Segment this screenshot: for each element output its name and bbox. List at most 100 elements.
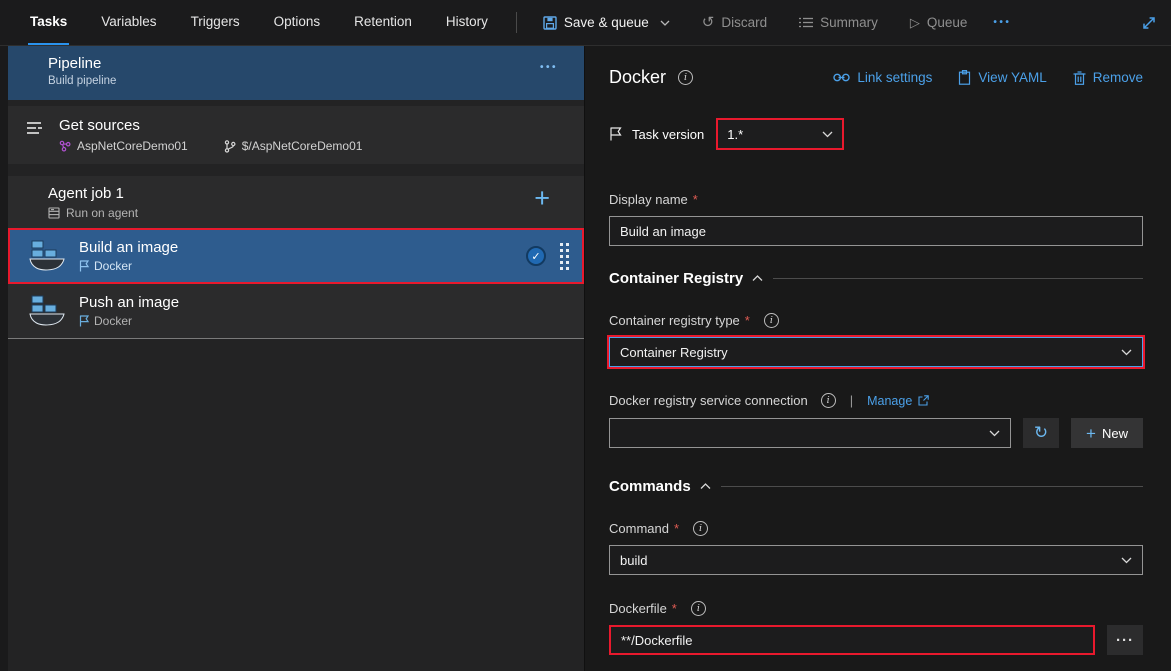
label-divider: |	[849, 393, 854, 408]
chevron-down-icon	[989, 430, 1000, 437]
repo-name: AspNetCoreDemo01	[77, 139, 188, 153]
tab-retention[interactable]: Retention	[352, 0, 414, 45]
info-icon[interactable]: i	[693, 521, 709, 536]
pipeline-header[interactable]: Pipeline Build pipeline •••	[8, 46, 584, 100]
summary-button[interactable]: Summary	[799, 0, 878, 45]
chevron-down-icon	[1121, 557, 1132, 564]
tab-options[interactable]: Options	[272, 0, 323, 45]
pipeline-title: Pipeline	[48, 55, 102, 72]
task-settings-panel: Docker i Link settings View YAML Remove …	[584, 46, 1171, 671]
info-icon[interactable]: i	[678, 70, 694, 85]
agent-job-block: Agent job 1 Run on agent + Build an imag…	[8, 176, 584, 339]
get-sources-icon	[26, 121, 46, 153]
left-edge-rail	[0, 46, 8, 671]
command-dropdown[interactable]: build	[609, 545, 1143, 575]
get-sources-item[interactable]: Get sources AspNetCoreDemo01 $/AspNetCor…	[8, 106, 584, 164]
repo-icon	[59, 140, 71, 152]
undo-icon: ↺	[701, 14, 715, 31]
agent-job-item[interactable]: Agent job 1 Run on agent +	[8, 176, 584, 228]
link-settings-button[interactable]: Link settings	[833, 70, 932, 85]
play-icon: ▷	[909, 15, 920, 30]
required-marker: *	[692, 192, 698, 207]
docker-task-icon	[28, 294, 66, 328]
service-connection-label: Docker registry service connection	[609, 393, 808, 408]
required-marker: *	[671, 601, 677, 616]
add-task-button[interactable]: +	[534, 185, 550, 212]
task-type: Docker	[94, 259, 133, 273]
tab-triggers[interactable]: Triggers	[189, 0, 242, 45]
command-value: build	[620, 552, 648, 568]
repo-path: $/AspNetCoreDemo01	[241, 139, 363, 153]
info-icon[interactable]: i	[690, 601, 706, 616]
task-version-value: 1.*	[727, 126, 744, 142]
command-label: Command	[609, 521, 669, 536]
summary-list-icon	[799, 17, 814, 28]
new-service-connection-button[interactable]: + New	[1071, 418, 1143, 448]
task-panel-title: Docker	[609, 67, 667, 87]
display-name-input[interactable]	[609, 216, 1143, 246]
tab-history[interactable]: History	[444, 0, 490, 45]
refresh-icon: ↻	[1033, 423, 1049, 442]
service-connection-dropdown[interactable]	[609, 418, 1011, 448]
required-marker: *	[744, 313, 750, 328]
fullscreen-button[interactable]	[1141, 0, 1157, 45]
pipeline-task-list: Pipeline Build pipeline ••• Get sources …	[8, 46, 584, 671]
task-row-push-an-image[interactable]: Push an image Docker	[8, 284, 584, 338]
queue-button[interactable]: ▷ Queue	[910, 0, 968, 45]
chevron-up-icon	[752, 275, 763, 282]
save-icon	[543, 15, 557, 30]
toolbar-divider	[515, 12, 517, 33]
task-enabled-toggle[interactable]: ✓	[526, 246, 546, 266]
tab-variables[interactable]: Variables	[99, 0, 158, 45]
branch-icon	[224, 139, 236, 153]
task-title: Build an image	[79, 239, 179, 256]
top-command-bar: Tasks Variables Triggers Options Retenti…	[0, 0, 1171, 46]
expand-diagonal-icon	[1141, 15, 1157, 31]
trash-icon	[1073, 70, 1086, 85]
link-icon	[833, 72, 851, 83]
tab-tasks[interactable]: Tasks	[28, 0, 70, 45]
manage-link[interactable]: Manage	[867, 394, 930, 408]
pipeline-more-button[interactable]: •••	[540, 62, 558, 73]
task-version-dropdown[interactable]: 1.*	[716, 118, 845, 150]
remove-task-button[interactable]: Remove	[1073, 70, 1143, 85]
agent-job-title: Agent job 1	[48, 185, 124, 202]
plus-icon: +	[1086, 423, 1096, 443]
external-link-icon	[918, 395, 930, 406]
display-name-label: Display name	[609, 192, 688, 207]
docker-task-icon	[28, 239, 66, 273]
pipeline-subtitle: Build pipeline	[48, 75, 117, 87]
required-marker: *	[673, 521, 680, 536]
section-divider	[720, 486, 1143, 487]
drag-handle[interactable]	[560, 242, 569, 270]
view-yaml-button[interactable]: View YAML	[958, 70, 1047, 85]
section-commands[interactable]: Commands	[609, 478, 711, 495]
discard-button[interactable]: ↺ Discard	[702, 0, 767, 45]
registry-type-label: Container registry type	[609, 313, 740, 328]
chevron-up-icon	[700, 483, 711, 490]
clipboard-icon	[958, 70, 971, 85]
info-icon[interactable]: i	[820, 393, 836, 408]
flag-icon	[79, 315, 89, 327]
refresh-button[interactable]: ↻	[1023, 418, 1059, 448]
section-container-registry[interactable]: Container Registry	[609, 270, 763, 287]
agent-icon	[48, 207, 60, 219]
info-icon[interactable]: i	[763, 313, 779, 328]
pipeline-tabs: Tasks Variables Triggers Options Retenti…	[28, 0, 490, 45]
task-row-build-an-image[interactable]: Build an image Docker ✓	[8, 228, 584, 284]
dockerfile-input[interactable]	[609, 625, 1095, 655]
task-title: Push an image	[79, 294, 180, 311]
chevron-down-icon	[660, 20, 670, 26]
chevron-down-icon	[822, 131, 833, 138]
flag-icon	[79, 260, 89, 272]
agent-job-subtitle: Run on agent	[66, 206, 139, 220]
save-and-queue-button[interactable]: Save & queue	[543, 0, 670, 45]
flag-icon	[609, 127, 622, 141]
chevron-down-icon	[1121, 349, 1132, 356]
more-actions-button[interactable]: •••	[993, 0, 1011, 45]
task-type: Docker	[94, 314, 133, 328]
registry-type-dropdown[interactable]: Container Registry	[607, 335, 1145, 369]
dockerfile-label: Dockerfile	[609, 601, 667, 616]
editor-main: Pipeline Build pipeline ••• Get sources …	[0, 46, 1171, 671]
dockerfile-browse-button[interactable]: ···	[1107, 625, 1143, 655]
